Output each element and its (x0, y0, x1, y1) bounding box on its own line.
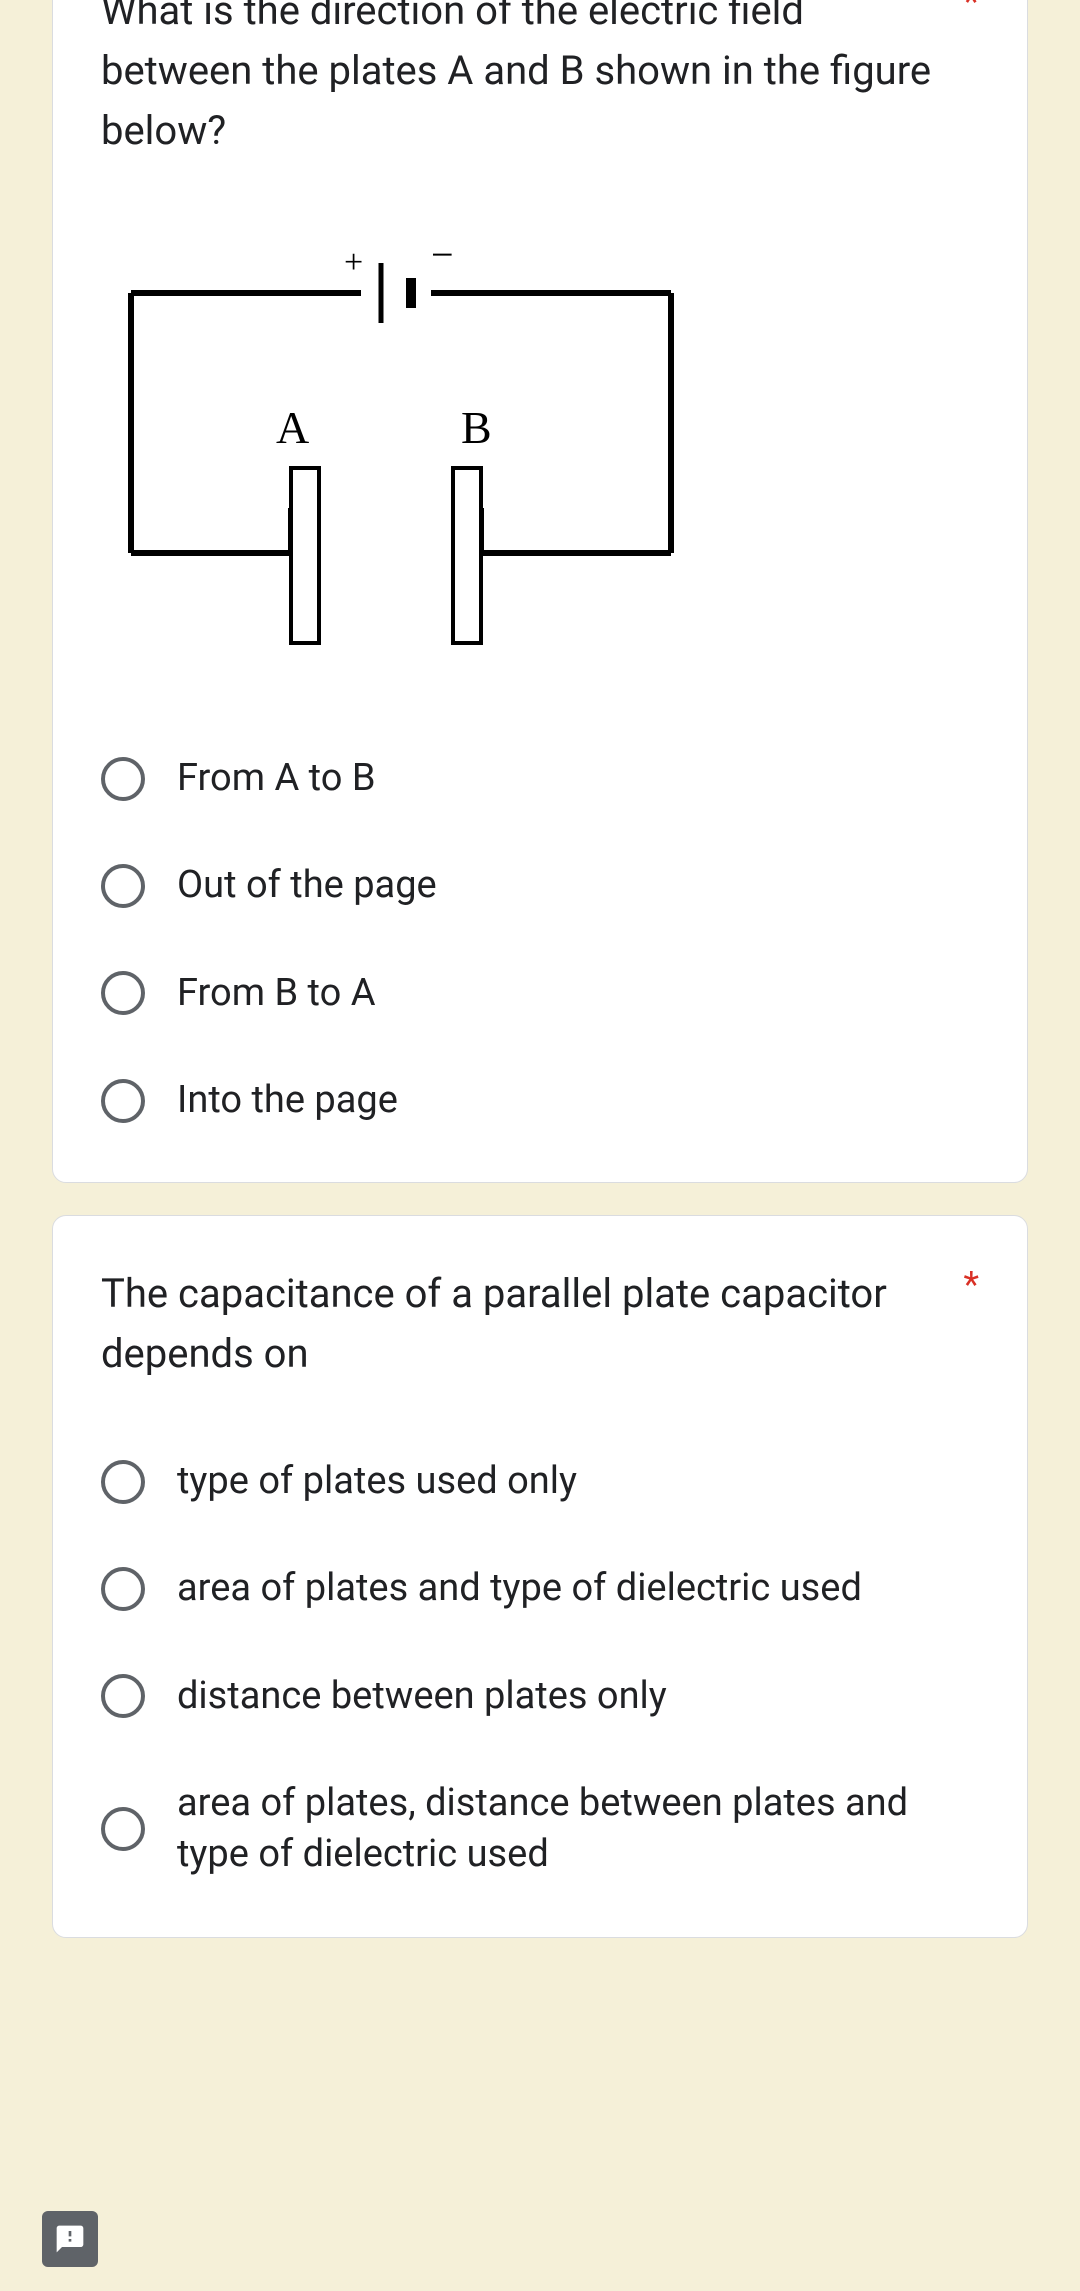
required-mark: * (963, 0, 979, 24)
option-area-dielectric[interactable]: area of plates and type of dielectric us… (101, 1563, 979, 1614)
question-header: The capacitance of a parallel plate capa… (101, 1264, 979, 1384)
report-problem-button[interactable] (42, 2211, 98, 2267)
option-into-page[interactable]: Into the page (101, 1075, 979, 1126)
option-label: distance between plates only (177, 1671, 667, 1722)
battery-plus-label: + (344, 244, 363, 281)
circuit-figure: + − A B (101, 233, 979, 697)
radio-icon (101, 757, 145, 801)
circuit-svg: + − A B (101, 233, 701, 693)
option-out-of-page[interactable]: Out of the page (101, 860, 979, 911)
required-mark: * (963, 1264, 979, 1307)
question-text: The capacitance of a parallel plate capa… (101, 1264, 947, 1384)
option-label: From A to B (177, 753, 376, 804)
option-from-b-to-a[interactable]: From B to A (101, 968, 979, 1019)
radio-icon (101, 971, 145, 1015)
option-label: From B to A (177, 968, 376, 1019)
radio-icon (101, 1079, 145, 1123)
option-type-only[interactable]: type of plates used only (101, 1456, 979, 1507)
options-list: type of plates used only area of plates … (101, 1456, 979, 1880)
radio-icon (101, 864, 145, 908)
radio-icon (101, 1460, 145, 1504)
option-area-distance-dielectric[interactable]: area of plates, distance between plates … (101, 1778, 979, 1881)
battery-minus-label: − (431, 233, 454, 277)
options-list: From A to B Out of the page From B to A … (101, 753, 979, 1126)
option-label: area of plates and type of dielectric us… (177, 1563, 862, 1614)
option-label: area of plates, distance between plates … (177, 1778, 979, 1881)
question-header: What is the direction of the electric fi… (101, 0, 979, 161)
option-label: type of plates used only (177, 1456, 577, 1507)
question-card-2: The capacitance of a parallel plate capa… (52, 1215, 1028, 1937)
option-from-a-to-b[interactable]: From A to B (101, 753, 979, 804)
radio-icon (101, 1567, 145, 1611)
radio-icon (101, 1674, 145, 1718)
option-label: Into the page (177, 1075, 398, 1126)
plate-b-label: B (461, 402, 492, 453)
radio-icon (101, 1807, 145, 1851)
option-label: Out of the page (177, 860, 437, 911)
question-text: What is the direction of the electric fi… (101, 0, 947, 161)
plate-a-label: A (276, 402, 309, 453)
option-distance-only[interactable]: distance between plates only (101, 1671, 979, 1722)
question-card-1: What is the direction of the electric fi… (52, 0, 1028, 1183)
alert-icon (54, 2223, 86, 2255)
